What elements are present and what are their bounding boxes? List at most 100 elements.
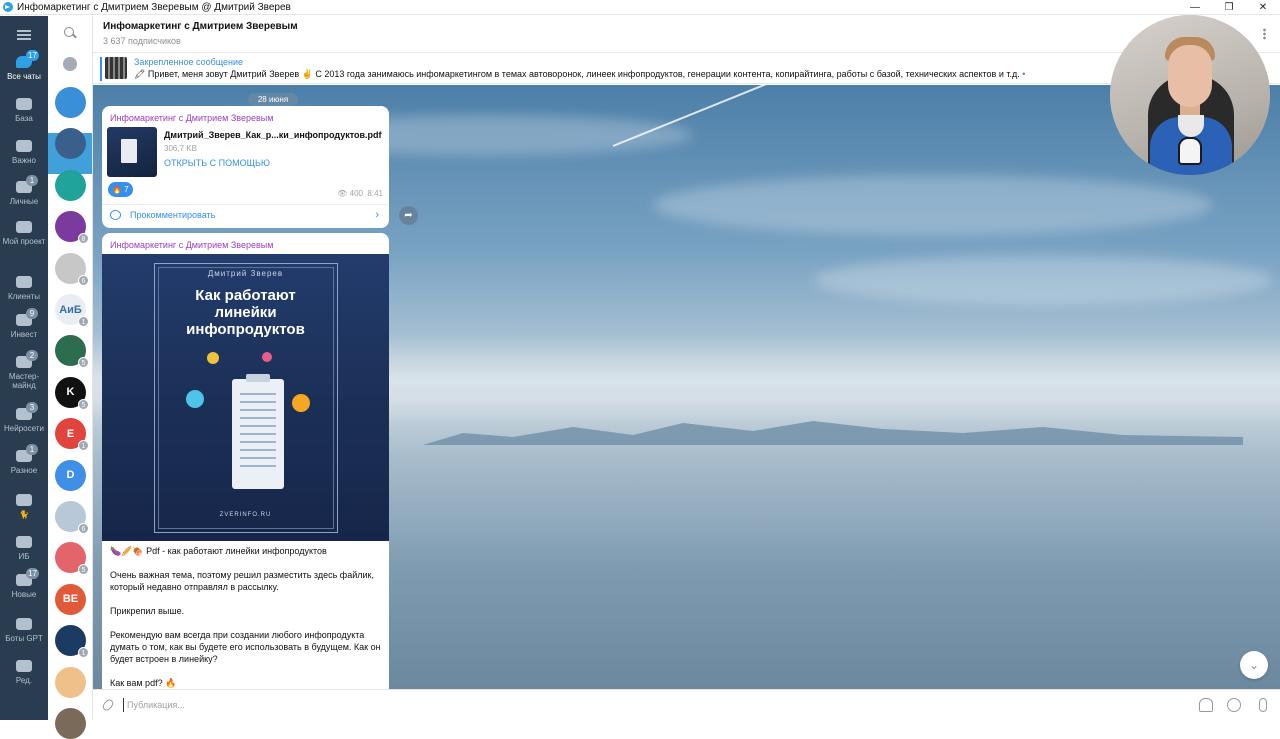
folder-label: Новые bbox=[11, 590, 37, 599]
sliders-icon bbox=[15, 658, 33, 674]
message-post: Инфомаркетинг с Дмитрием Зверевым Дмитри… bbox=[102, 233, 389, 689]
comment-label: Прокомментировать bbox=[130, 210, 216, 220]
post-paragraph: Прикрепил выше. bbox=[110, 606, 185, 616]
message-input[interactable] bbox=[123, 698, 1023, 712]
unread-count-badge: 5 bbox=[78, 357, 89, 369]
chat-avatar[interactable]: 6 bbox=[55, 252, 89, 286]
minimize-button[interactable]: — bbox=[1178, 2, 1212, 13]
pinned-text: 🖍 Привет, меня зовут Дмитрий Зверев ✌️ С… bbox=[134, 69, 1026, 79]
clipboard-illustration bbox=[232, 374, 284, 489]
folder-item[interactable]: Мой проект bbox=[0, 219, 48, 246]
message-file: Инфомаркетинг с Дмитрием Зверевым Дмитри… bbox=[102, 106, 389, 228]
chat-avatar[interactable]: 5 bbox=[55, 542, 89, 576]
chat-avatar[interactable] bbox=[55, 666, 86, 698]
subscriber-count: 3 637 подписчиков bbox=[103, 36, 181, 46]
close-button[interactable]: ✕ bbox=[1246, 2, 1280, 13]
chat-avatar[interactable]: D bbox=[55, 459, 86, 491]
chat-list-collapsed: 8 6 АиБ 1 5 K 5 E 1 D 6 5 BE 1 bbox=[48, 16, 93, 739]
message-author[interactable]: Инфомаркетинг с Дмитрием Зверевым bbox=[102, 106, 389, 123]
folder-label: Клиенты bbox=[7, 292, 41, 301]
star-icon bbox=[15, 138, 33, 154]
folder-item[interactable]: 9 Инвест bbox=[0, 308, 48, 339]
post-paragraph: 🍆🥖🍖 Pdf - как работают линейки инфопроду… bbox=[110, 546, 327, 556]
chat-header: Инфомаркетинг с Дмитрием Зверевым 3 637 … bbox=[93, 16, 1280, 53]
folder-item[interactable]: База bbox=[0, 96, 48, 123]
chat-avatar[interactable]: K5 bbox=[55, 376, 89, 410]
file-attachment[interactable]: Дмитрий_Зверев_Как_р...ки_инфопродуктов.… bbox=[102, 123, 389, 185]
folder-label: Ред. bbox=[15, 676, 33, 685]
folder-label: Личные bbox=[9, 197, 39, 206]
chat-avatar[interactable]: АиБ 1 bbox=[55, 294, 89, 327]
unread-count-badge: 5 bbox=[78, 398, 89, 410]
folder-item[interactable]: 1 Разное bbox=[0, 444, 48, 475]
folder-badge: 3 bbox=[26, 402, 38, 413]
microphone-icon[interactable] bbox=[1259, 698, 1267, 712]
chart-icon bbox=[15, 534, 33, 550]
chat-avatar[interactable]: 8 bbox=[55, 211, 89, 245]
pinned-message-bar[interactable]: Закрепленное сообщение 🖍 Привет, меня зо… bbox=[93, 54, 1280, 84]
folder-item[interactable]: 17 Все чаты bbox=[0, 50, 48, 81]
chat-avatar[interactable]: BE bbox=[55, 583, 86, 615]
chat-avatar[interactable] bbox=[55, 87, 86, 118]
message-composer bbox=[93, 689, 1280, 720]
mountains-decoration bbox=[423, 421, 1243, 445]
post-paragraph: Рекомендую вам всегда при создании любог… bbox=[110, 630, 381, 664]
cover-site: ZVERINFO.RU bbox=[219, 512, 272, 518]
avatar-initials: E bbox=[66, 427, 75, 440]
folder-badge: 1 bbox=[26, 175, 38, 186]
attach-icon[interactable] bbox=[101, 697, 115, 713]
message-author[interactable]: Инфомаркетинг с Дмитрием Зверевым bbox=[102, 233, 389, 250]
archive-icon[interactable] bbox=[63, 57, 77, 71]
avatar-initials: D bbox=[66, 469, 75, 482]
folder-label: Инвест bbox=[10, 330, 38, 339]
folder-badge: 2 bbox=[26, 350, 38, 361]
search-icon[interactable] bbox=[63, 26, 77, 40]
chat-avatar[interactable]: 1 bbox=[55, 625, 89, 659]
folder-item[interactable]: 1 Личные bbox=[0, 175, 48, 206]
unread-count-badge: 1 bbox=[78, 440, 89, 452]
avatar-initials: BE bbox=[62, 593, 79, 606]
file-thumbnail[interactable] bbox=[107, 127, 157, 177]
share-icon[interactable]: ➦ bbox=[399, 206, 418, 225]
chat-avatar[interactable] bbox=[55, 708, 86, 739]
folder-item[interactable]: 17 Новые bbox=[0, 568, 48, 599]
pinned-dot: • bbox=[1022, 69, 1026, 79]
folder-item[interactable]: 🐈 bbox=[0, 492, 48, 519]
folder-item[interactable]: Важно bbox=[0, 138, 48, 165]
folder-label: Разное bbox=[10, 466, 38, 475]
menu-hamburger-icon[interactable] bbox=[17, 30, 31, 40]
scroll-down-button[interactable]: ⌄ bbox=[1240, 651, 1268, 679]
folder-item[interactable]: ИБ bbox=[0, 534, 48, 561]
clipboard-icon bbox=[15, 274, 33, 290]
unread-count-badge: 5 bbox=[78, 564, 89, 576]
folder-item[interactable]: 2 Мастер-майнд bbox=[0, 350, 48, 390]
view-count: 👁 400 bbox=[337, 189, 363, 198]
maximize-button[interactable]: ❐ bbox=[1212, 2, 1246, 13]
chat-avatar[interactable]: 6 bbox=[55, 501, 89, 534]
folder-item[interactable]: 3 Нейросети bbox=[0, 402, 48, 433]
comment-button[interactable]: Прокомментировать › bbox=[102, 204, 389, 224]
webcam-overlay bbox=[1110, 15, 1270, 175]
chat-avatar[interactable] bbox=[55, 169, 86, 201]
chat-title[interactable]: Инфомаркетинг с Дмитрием Зверевым bbox=[103, 21, 298, 32]
unread-count-badge: 6 bbox=[78, 523, 89, 534]
folder-item[interactable]: Боты GPT bbox=[0, 616, 48, 643]
post-cover-image[interactable]: Дмитрий Зверев Как работают линейки инфо… bbox=[102, 254, 389, 541]
folder-item[interactable]: Клиенты bbox=[0, 274, 48, 301]
folder-label: Важно bbox=[11, 156, 36, 165]
folder-item[interactable]: Ред. bbox=[0, 658, 48, 685]
date-separator: 28 июня bbox=[248, 93, 298, 106]
open-with-link[interactable]: ОТКРЫТЬ С ПОМОЩЬЮ bbox=[164, 158, 270, 168]
chat-avatar[interactable]: 5 bbox=[55, 335, 89, 369]
message-meta: 👁 400 8:41 bbox=[337, 189, 383, 198]
emoji-icon[interactable] bbox=[1227, 698, 1241, 712]
file-size: 306,7 KB bbox=[164, 144, 197, 153]
folder-label: 🐈 bbox=[19, 510, 29, 519]
cover-title: Как работают линейки инфопродуктов bbox=[186, 287, 305, 338]
post-text: 🍆🥖🍖 Pdf - как работают линейки инфопроду… bbox=[102, 541, 389, 689]
folder-label: ИБ bbox=[18, 552, 30, 561]
chat-avatar[interactable]: E1 bbox=[55, 418, 89, 452]
reaction-fire[interactable]: 🔥 7 bbox=[108, 182, 133, 197]
folder-badge: 17 bbox=[26, 568, 39, 579]
notification-bell-icon[interactable] bbox=[1199, 698, 1213, 712]
